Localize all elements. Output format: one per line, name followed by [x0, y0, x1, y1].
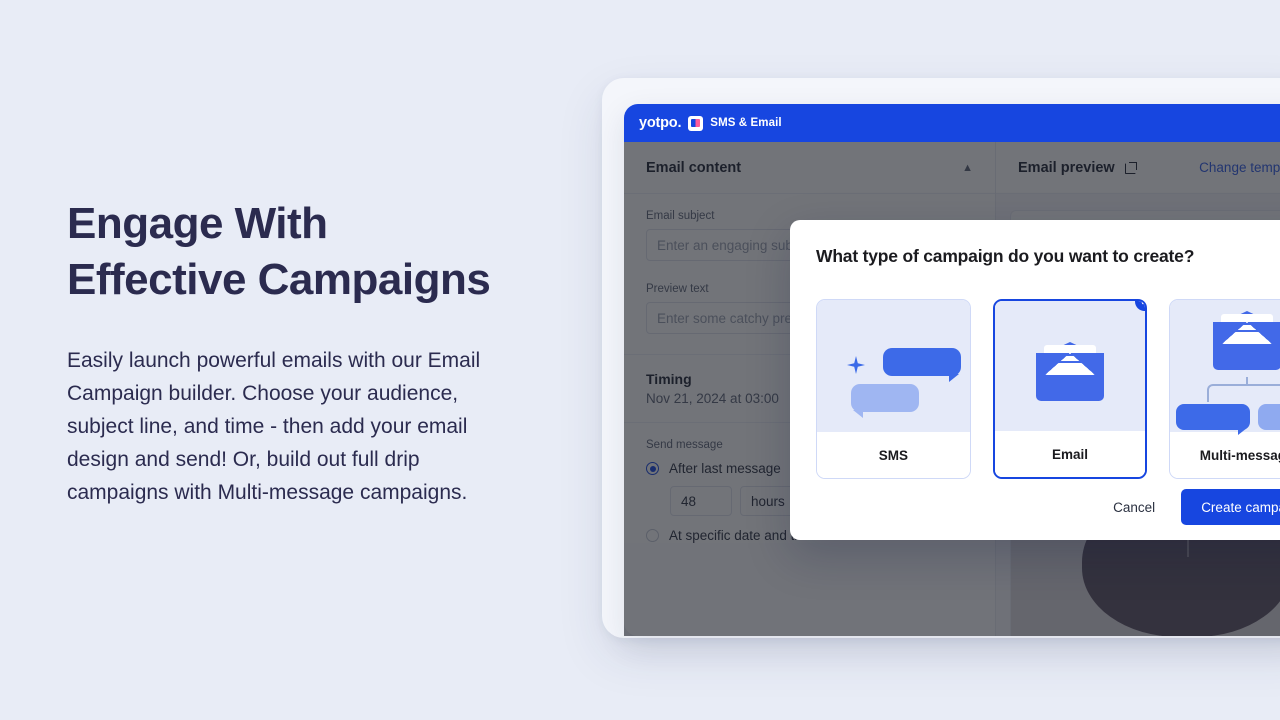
cancel-button[interactable]: Cancel [1103, 492, 1165, 523]
app-header: yotpo. SMS & Email [624, 104, 1280, 142]
radio-icon-unselected[interactable] [646, 529, 659, 542]
email-content-header[interactable]: Email content ▲ [624, 142, 995, 194]
envelope-icon [994, 301, 1146, 431]
modal-title: What type of campaign do you want to cre… [816, 246, 1195, 266]
multi-message-icon [1170, 300, 1280, 435]
heading-line-1: Engage With [67, 199, 328, 248]
campaign-card-email[interactable]: ✓ Email [992, 299, 1148, 479]
email-preview-header: Email preview Change template [996, 142, 1280, 194]
email-content-title: Email content [646, 159, 742, 176]
campaign-type-modal: What type of campaign do you want to cre… [790, 220, 1280, 540]
modal-footer: Cancel Create campaign [790, 474, 1280, 540]
change-template-link[interactable]: Change template [1199, 160, 1280, 175]
page-root: Engage With Effective Campaigns Easily l… [0, 0, 1280, 720]
yotpo-logo-icon [688, 115, 704, 131]
sparkle-icon [847, 356, 865, 374]
page-title: Engage With Effective Campaigns [67, 196, 567, 308]
marketing-copy: Engage With Effective Campaigns Easily l… [67, 196, 567, 509]
campaign-card-multi-message[interactable]: New Multi-message [1169, 299, 1280, 479]
sms-bubbles-icon [817, 300, 970, 432]
campaign-card-sms[interactable]: SMS [816, 299, 971, 479]
message-bubbles [1176, 404, 1280, 435]
campaign-card-sms-label: SMS [817, 432, 970, 478]
envelope-flap-front [1212, 322, 1280, 352]
external-link-icon[interactable] [1124, 161, 1137, 174]
chevron-up-icon[interactable]: ▲ [962, 162, 973, 174]
delay-amount-input[interactable]: 48 [670, 486, 732, 516]
heading-line-2: Effective Campaigns [67, 255, 491, 304]
envelope-flap-front [1035, 353, 1104, 383]
radio-icon-selected[interactable] [646, 462, 659, 475]
email-preview-title: Email preview [1018, 159, 1115, 176]
chat-bubble-outgoing [883, 348, 961, 382]
chat-bubble-incoming [1258, 404, 1280, 430]
branch-connector [1206, 384, 1280, 402]
campaign-type-options: SMS ✓ Email New [816, 299, 1280, 479]
campaign-card-multi-label: Multi-message [1170, 432, 1280, 478]
create-campaign-button[interactable]: Create campaign [1181, 489, 1280, 525]
product-name: SMS & Email [710, 117, 782, 129]
chat-bubble-incoming [851, 384, 919, 418]
radio-after-label: After last message [669, 461, 781, 476]
brand-wordmark: yotpo. [639, 115, 682, 131]
chat-bubble-outgoing [1176, 404, 1251, 435]
campaign-card-email-label: Email [994, 431, 1146, 477]
marketing-body: Easily launch powerful emails with our E… [67, 349, 481, 504]
delay-unit-value: hours [751, 493, 785, 509]
